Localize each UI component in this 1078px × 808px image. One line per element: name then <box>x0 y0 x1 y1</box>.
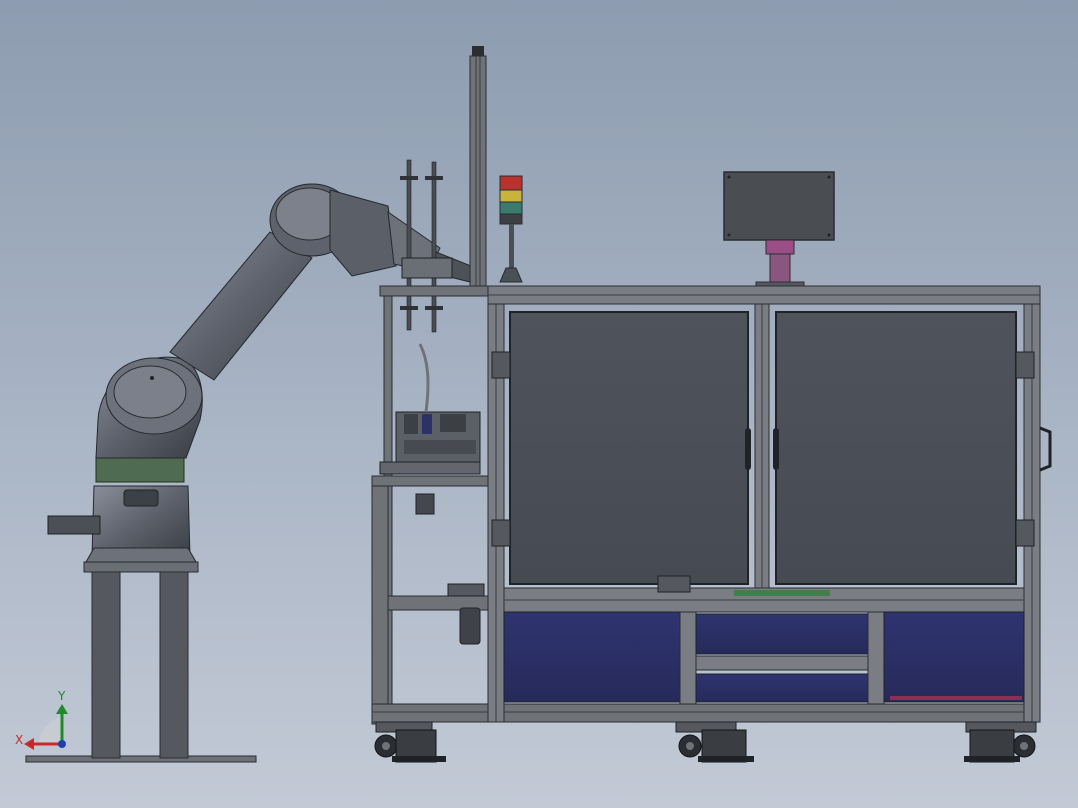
filter-regulator <box>459 607 481 645</box>
robot-cable-connector <box>47 515 101 535</box>
hmi-screen <box>723 171 835 289</box>
tower-red <box>499 175 523 191</box>
cabinet[interactable] <box>371 285 1052 725</box>
assembly-drawing: Y X <box>15 46 1052 763</box>
casters <box>374 721 1037 763</box>
pedestal-leg-right <box>159 567 189 759</box>
shelf-top <box>371 475 491 487</box>
caster-center <box>675 721 754 763</box>
drawer-center-bottom <box>695 673 869 703</box>
cad-viewport[interactable]: Y X <box>0 0 1078 808</box>
pedestal-top-plate <box>83 561 199 573</box>
drawer-left <box>503 611 681 703</box>
caster-left <box>374 721 446 763</box>
door-right <box>775 311 1017 585</box>
drawer-right <box>883 611 1025 703</box>
robot-upper-arm <box>169 231 313 381</box>
frame-base-rail <box>371 703 1041 723</box>
z-axis-dot <box>58 740 66 748</box>
door-left <box>509 311 749 585</box>
robot-band <box>95 457 185 483</box>
robot-forearm <box>329 189 397 277</box>
mast <box>469 46 487 297</box>
x-axis-label: X <box>15 733 23 747</box>
tower-green <box>499 201 523 215</box>
tower-yellow <box>499 189 523 203</box>
pedestal-leg-left <box>91 567 121 759</box>
y-axis-label: Y <box>57 689 66 703</box>
robot-floor-plate <box>25 755 257 763</box>
door-left-handle <box>745 428 751 470</box>
door-right-handle <box>773 428 779 470</box>
signal-tower-icon <box>499 175 523 283</box>
caster-right <box>964 721 1037 763</box>
coordinate-triad-icon: Y X <box>15 689 68 750</box>
side-handle <box>1039 426 1052 472</box>
drawer-center-top <box>695 613 869 655</box>
robot-base-connector <box>123 489 159 507</box>
